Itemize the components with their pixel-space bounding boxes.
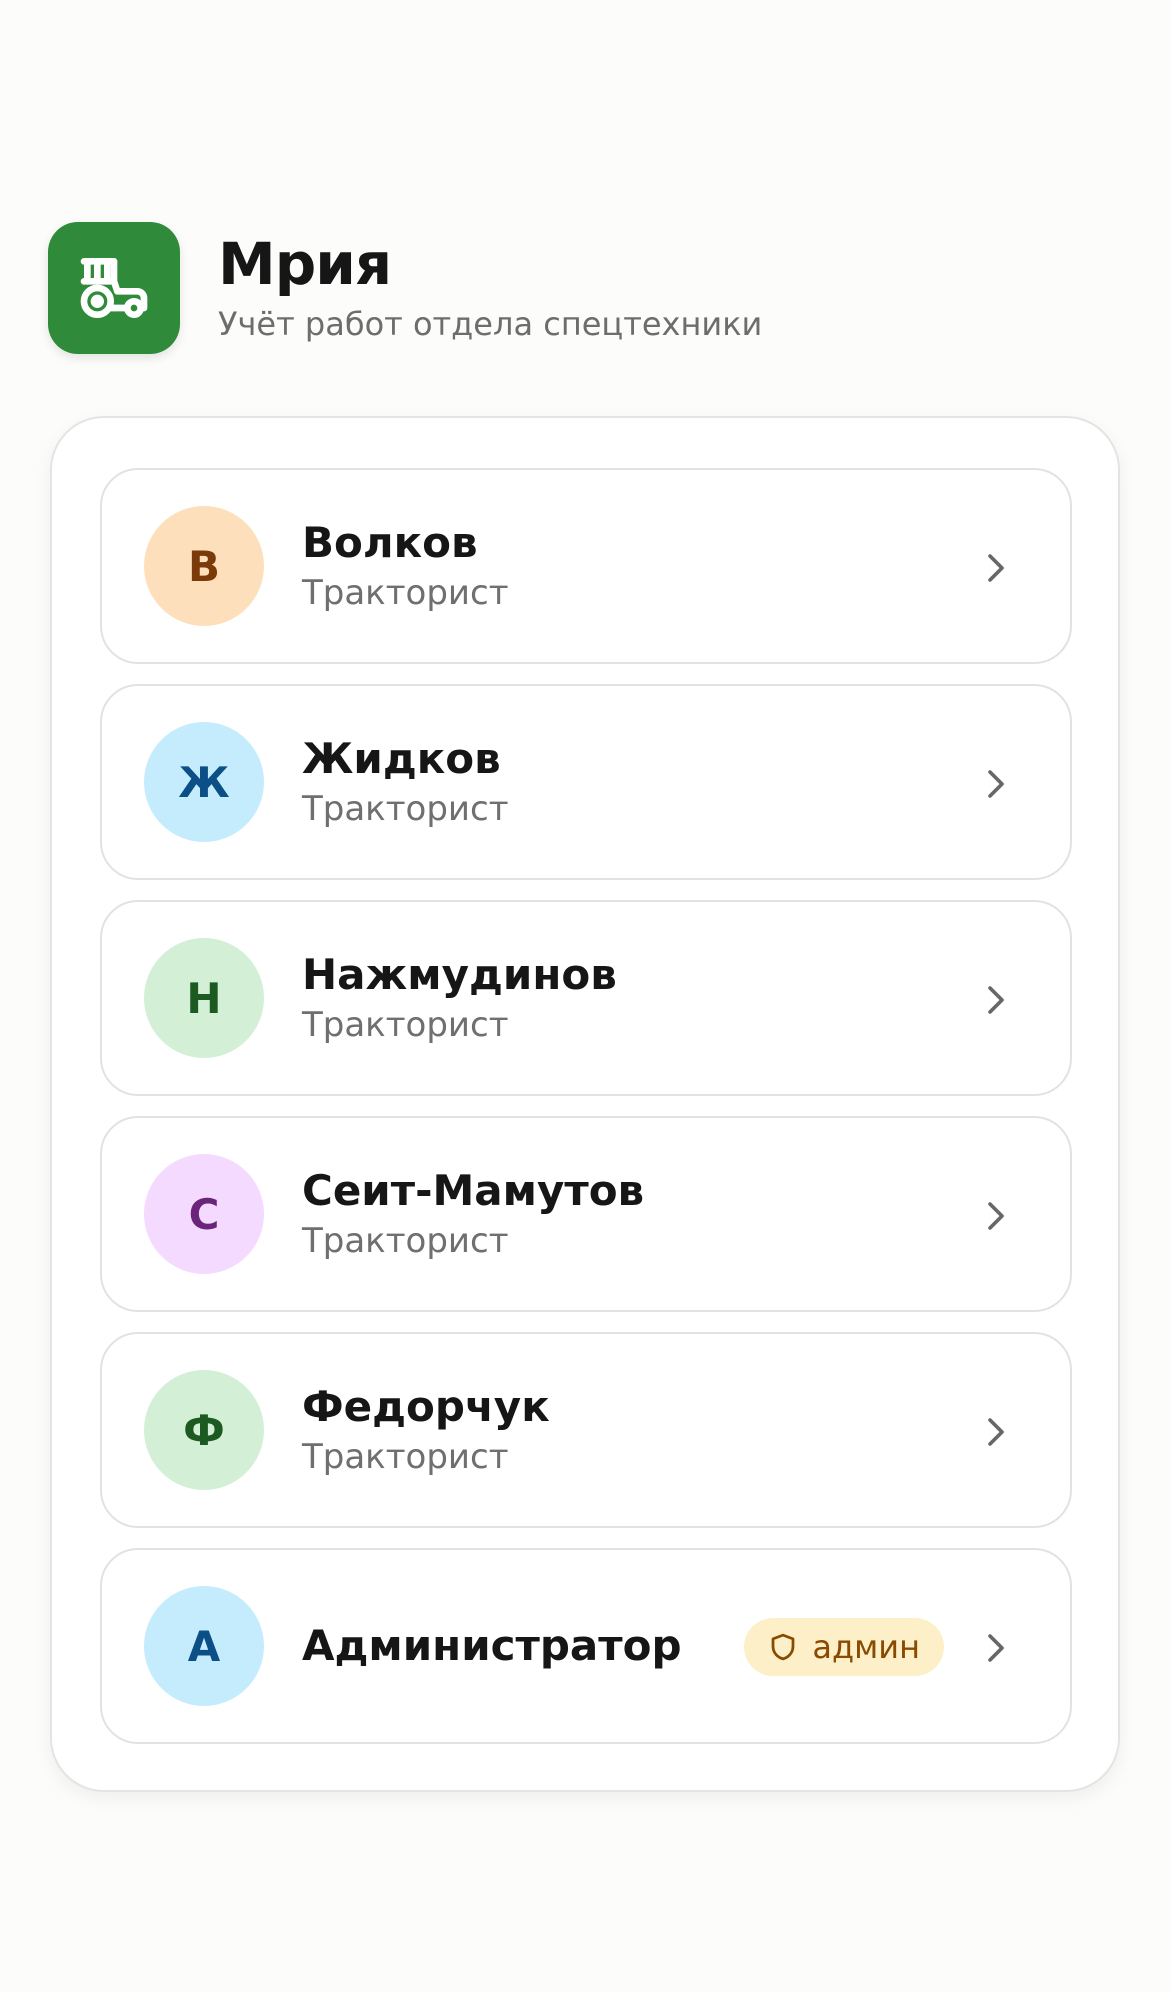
user-text: Волков Тракторист (302, 518, 509, 614)
avatar: Ф (144, 1370, 264, 1490)
chevron-right-icon (978, 550, 1014, 586)
avatar: С (144, 1154, 264, 1274)
app-header: Мрия Учёт работ отдела спецтехники (48, 222, 762, 354)
user-role: Тракторист (302, 573, 509, 613)
chevron-right-icon (978, 1414, 1014, 1450)
user-name: Нажмудинов (302, 950, 617, 999)
app-logo (48, 222, 180, 354)
user-item[interactable]: С Сеит-Мамутов Тракторист (100, 1116, 1072, 1312)
chevron-right-icon (978, 982, 1014, 1018)
user-text: Администратор (302, 1621, 682, 1671)
avatar: А (144, 1586, 264, 1706)
user-name: Сеит-Мамутов (302, 1166, 645, 1215)
user-name: Администратор (302, 1621, 682, 1670)
user-text: Сеит-Мамутов Тракторист (302, 1166, 644, 1262)
app-subtitle: Учёт работ отдела спецтехники (218, 305, 763, 343)
chevron-right-icon (978, 1198, 1014, 1234)
user-name: Волков (302, 518, 478, 567)
user-name: Федорчук (302, 1382, 550, 1431)
user-select-card: В Волков Тракторист Ж Жидков Тракторист Н Нажму… (50, 416, 1120, 1792)
chevron-right-icon (978, 766, 1014, 802)
avatar: Ж (144, 722, 264, 842)
login-page: Мрия Учёт работ отдела спецтехники В Волк… (0, 0, 1170, 1992)
badge-label: админ (812, 1628, 920, 1666)
user-item[interactable]: Ж Жидков Тракторист (100, 684, 1072, 880)
app-title: Мрия (218, 230, 392, 298)
title-block: Мрия Учёт работ отдела спецтехники (218, 231, 762, 345)
user-item[interactable]: Н Нажмудинов Тракторист (100, 900, 1072, 1096)
tractor-icon (80, 258, 148, 318)
user-list: В Волков Тракторист Ж Жидков Тракторист Н Нажму… (100, 468, 1072, 1744)
admin-badge: админ (744, 1618, 944, 1676)
user-role: Тракторист (302, 1005, 509, 1045)
user-text: Нажмудинов Тракторист (302, 950, 617, 1046)
user-text: Федорчук Тракторист (302, 1382, 550, 1478)
shield-icon (768, 1632, 798, 1662)
avatar: Н (144, 938, 264, 1058)
user-role: Тракторист (302, 1437, 509, 1477)
user-item[interactable]: А Администратор админ (100, 1548, 1072, 1744)
user-name: Жидков (302, 734, 501, 783)
user-role: Тракторист (302, 789, 509, 829)
user-text: Жидков Тракторист (302, 734, 509, 830)
chevron-right-icon (978, 1630, 1014, 1666)
user-item[interactable]: В Волков Тракторист (100, 468, 1072, 664)
avatar: В (144, 506, 264, 626)
user-item[interactable]: Ф Федорчук Тракторист (100, 1332, 1072, 1528)
user-role: Тракторист (302, 1221, 509, 1261)
